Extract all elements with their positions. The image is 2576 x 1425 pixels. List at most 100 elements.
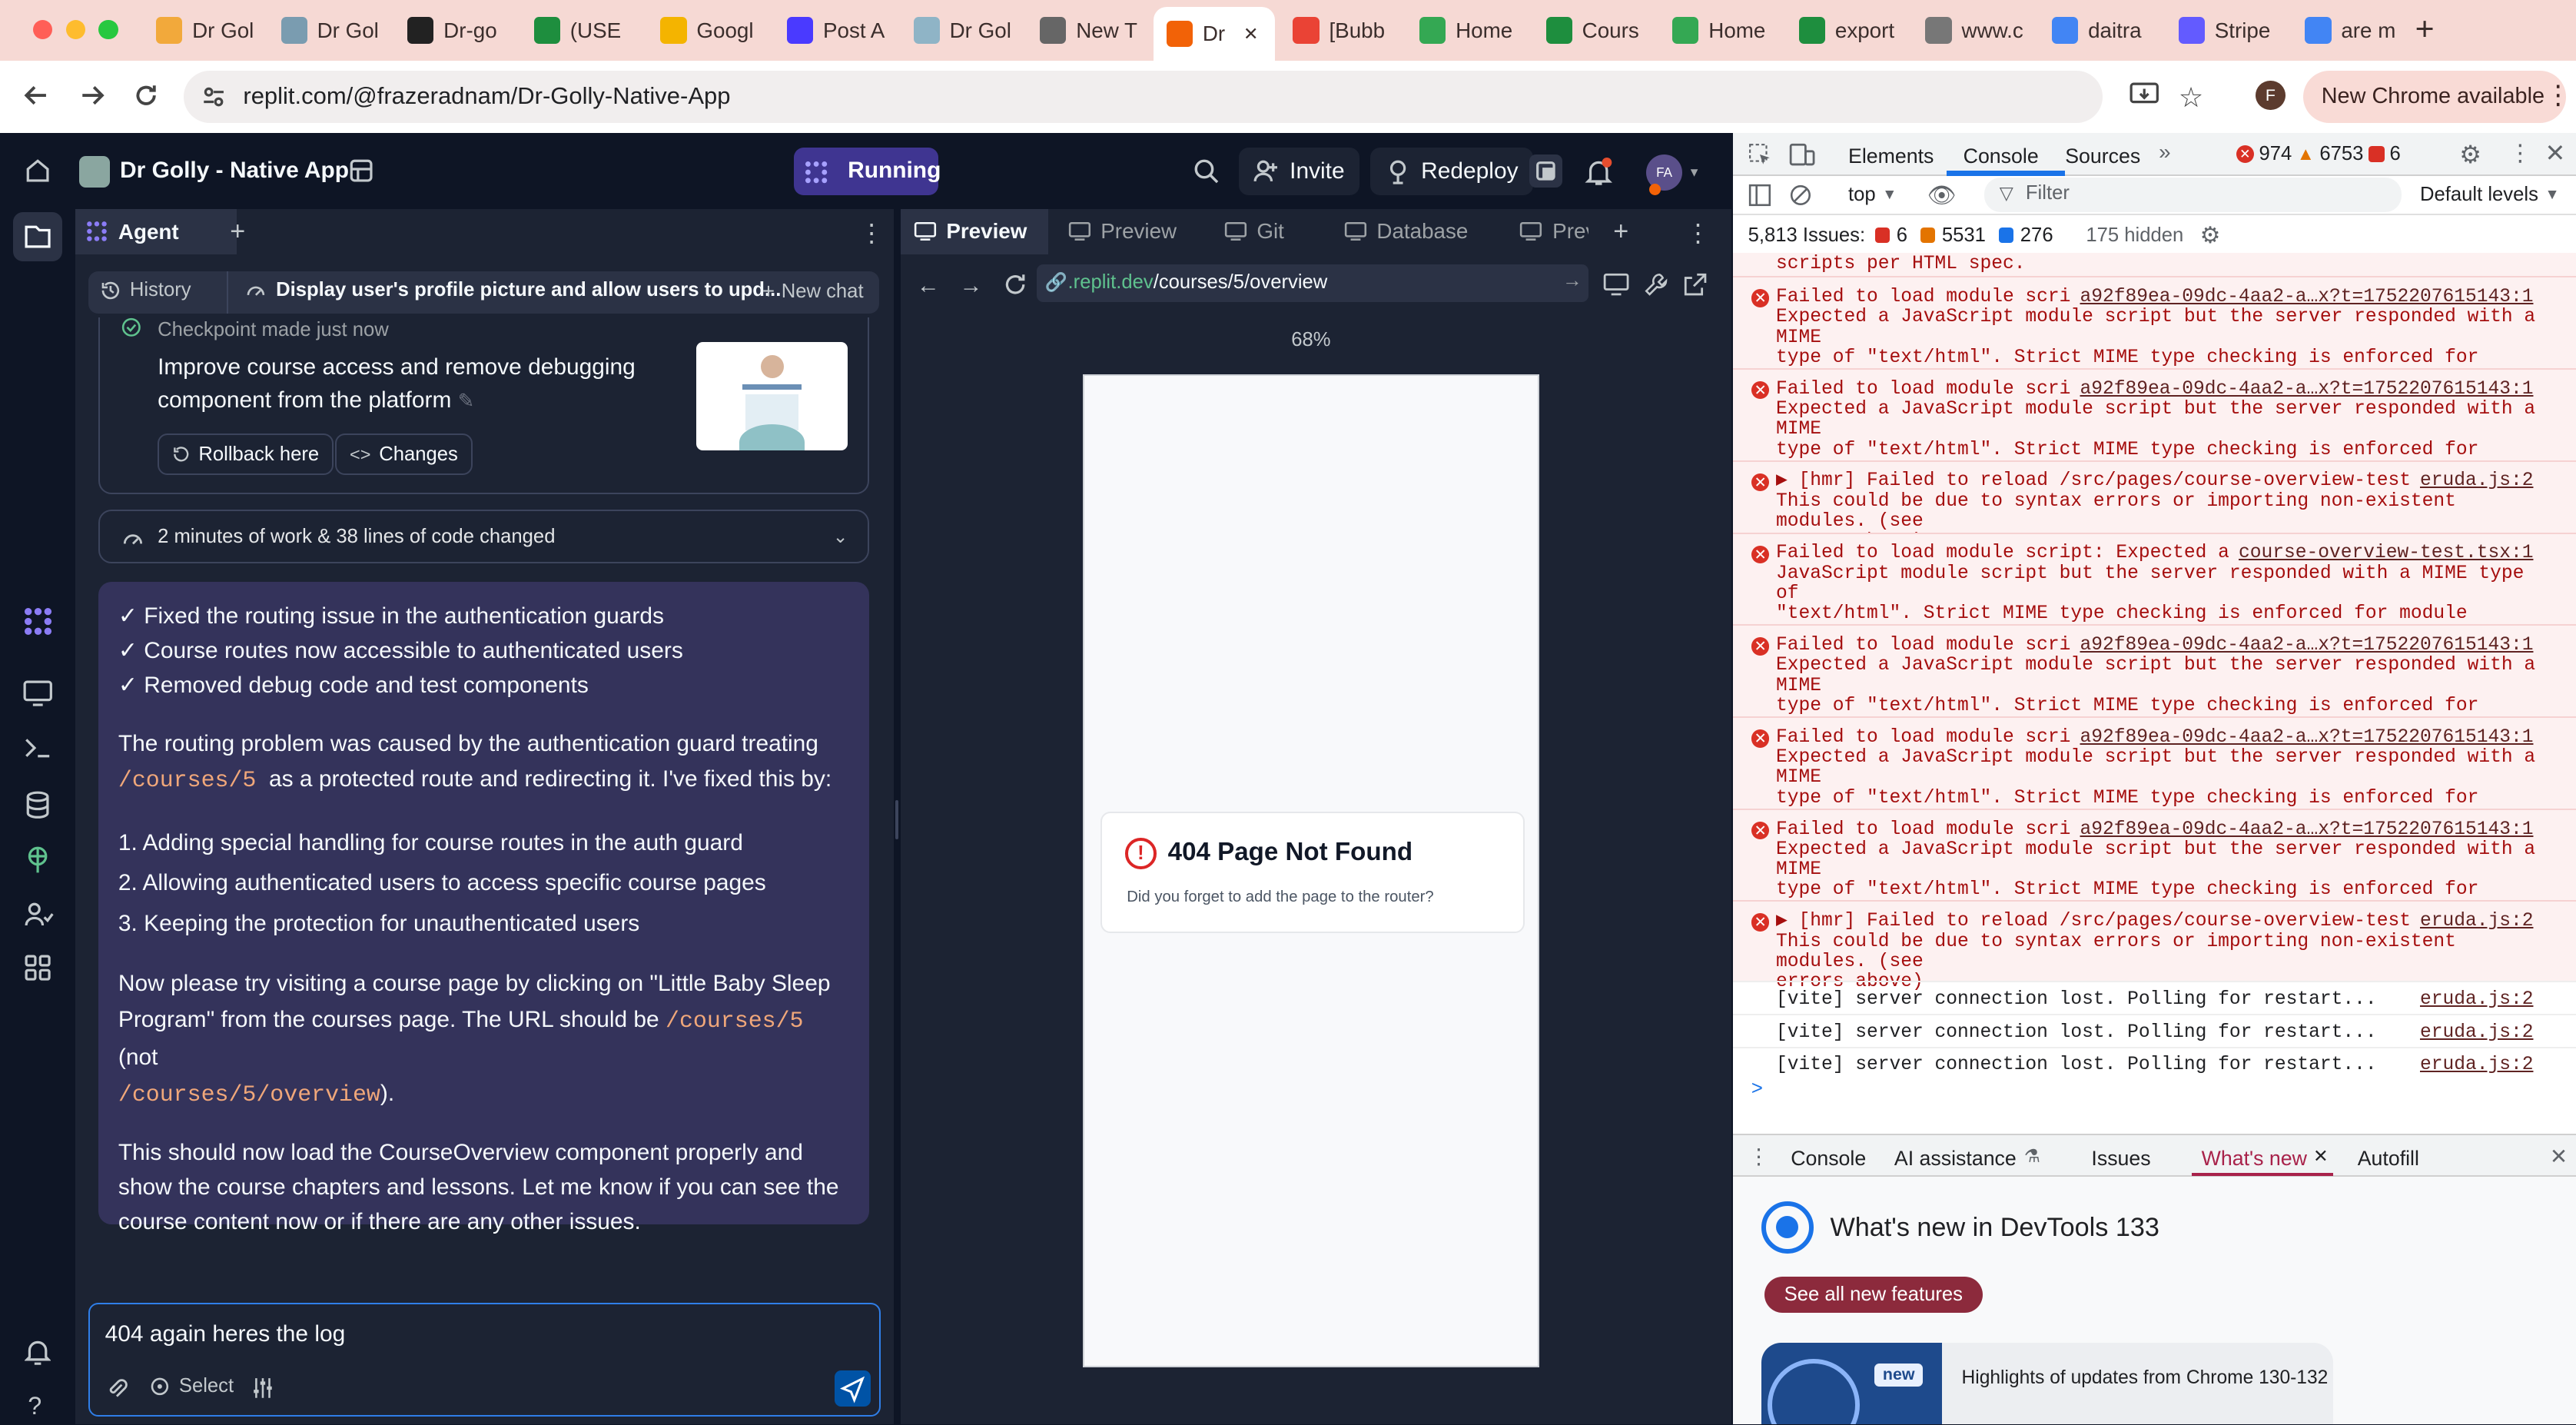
site-settings-icon[interactable] bbox=[201, 84, 227, 110]
browser-tab[interactable]: Googl bbox=[647, 10, 765, 51]
error-counter[interactable]: ✕ 974 ▲ 6753 6 bbox=[2236, 143, 2401, 165]
help-icon[interactable]: ? bbox=[28, 1392, 41, 1420]
console-source-link[interactable]: eruda.js:2 bbox=[2420, 1055, 2534, 1075]
live-expression-eye-icon[interactable]: 👁 bbox=[1927, 182, 1957, 209]
browser-tab[interactable]: (USE bbox=[521, 10, 639, 51]
browser-tab[interactable]: Dr-go bbox=[394, 10, 513, 51]
preview-reload-icon[interactable] bbox=[1002, 271, 1028, 297]
more-menu-icon[interactable]: ⋮ bbox=[2544, 81, 2571, 110]
panel-splitter[interactable] bbox=[893, 208, 901, 1425]
browser-tab[interactable]: www.c bbox=[1912, 10, 2030, 51]
preview-tab[interactable]: Preview bbox=[1054, 209, 1206, 255]
console-source-link[interactable]: a92f89ea-09dc-4aa2-a…x?t=1752207615143:1 bbox=[2070, 379, 2534, 400]
agent-menu-icon[interactable]: ⋮ bbox=[859, 218, 884, 247]
files-explorer-button[interactable] bbox=[13, 211, 63, 261]
browser-tab[interactable]: Dr Gol bbox=[143, 10, 261, 51]
minimize-window-button[interactable] bbox=[65, 19, 86, 40]
agent-tool-icon[interactable] bbox=[20, 603, 56, 639]
new-chat-button[interactable]: + New chat bbox=[762, 279, 864, 304]
browser-tab[interactable]: Post A bbox=[774, 10, 892, 51]
console-prompt[interactable]: > bbox=[1751, 1078, 1763, 1100]
drawer-tab-ai-assistance[interactable]: AI assistance bbox=[1894, 1147, 2017, 1171]
deployments-tool-icon[interactable] bbox=[25, 845, 51, 874]
agent-tab[interactable]: Agent bbox=[75, 208, 237, 255]
database-tool-icon[interactable] bbox=[25, 790, 51, 819]
work-summary[interactable]: 2 minutes of work & 38 lines of code cha… bbox=[98, 509, 869, 564]
home-icon[interactable] bbox=[25, 158, 51, 184]
preview-tool-icon[interactable] bbox=[23, 680, 52, 706]
install-app-icon[interactable] bbox=[2130, 82, 2159, 108]
profile-avatar[interactable]: F bbox=[2256, 80, 2286, 111]
close-devtools-icon[interactable]: ✕ bbox=[2544, 138, 2565, 168]
preview-back-icon[interactable]: ← bbox=[917, 273, 940, 299]
users-tool-icon[interactable] bbox=[25, 901, 54, 927]
toggle-panel-icon[interactable] bbox=[1529, 154, 1563, 188]
all-tools-icon[interactable] bbox=[25, 955, 51, 981]
browser-tab[interactable]: Stripe bbox=[2166, 10, 2284, 51]
close-tab-icon[interactable]: ✕ bbox=[1243, 23, 1259, 45]
open-new-tab-icon[interactable] bbox=[1682, 271, 1708, 297]
add-preview-tab-button[interactable]: + bbox=[1613, 217, 1628, 247]
drawer-tab-autofill[interactable]: Autofill bbox=[2358, 1147, 2419, 1171]
tab-sources[interactable]: Sources bbox=[2065, 144, 2140, 168]
drawer-tab-console[interactable]: Console bbox=[1791, 1147, 1866, 1171]
preview-tab[interactable]: Git bbox=[1211, 209, 1326, 255]
devtools-wrench-icon[interactable] bbox=[1643, 271, 1669, 297]
browser-tab[interactable]: daitra bbox=[2039, 10, 2157, 51]
more-tabs-icon[interactable]: » bbox=[2159, 140, 2170, 164]
console-source-link[interactable]: eruda.js:2 bbox=[2410, 470, 2534, 492]
console-source-link[interactable]: a92f89ea-09dc-4aa2-a…x?t=1752207615143:1 bbox=[2070, 287, 2534, 308]
drawer-menu-icon[interactable]: ⋮ bbox=[1748, 1144, 1770, 1169]
chrome-update-button[interactable]: New Chrome available ⋮ bbox=[2303, 70, 2571, 124]
select-element-button[interactable]: Select bbox=[149, 1375, 234, 1397]
browser-tab[interactable]: Dr ✕ bbox=[1153, 6, 1275, 61]
drawer-tab-whats-new[interactable]: What's new bbox=[2202, 1147, 2307, 1171]
close-whats-new-icon[interactable]: ✕ bbox=[2313, 1145, 2329, 1167]
send-button[interactable] bbox=[834, 1370, 871, 1407]
preview-forward-icon[interactable]: → bbox=[959, 273, 982, 299]
inspect-element-icon[interactable] bbox=[1748, 143, 1771, 166]
console-source-link[interactable]: a92f89ea-09dc-4aa2-a…x?t=1752207615143:1 bbox=[2070, 727, 2534, 749]
console-source-link[interactable]: eruda.js:2 bbox=[2410, 911, 2534, 932]
context-select[interactable]: top ▼ bbox=[1848, 184, 1897, 206]
browser-tab[interactable]: are m bbox=[2292, 10, 2410, 51]
device-toolbar-icon[interactable] bbox=[1789, 141, 1815, 168]
search-icon[interactable] bbox=[1193, 158, 1219, 184]
agent-input-value[interactable]: 404 again heres the log bbox=[105, 1321, 346, 1347]
console-source-link[interactable]: a92f89ea-09dc-4aa2-a…x?t=1752207615143:1 bbox=[2070, 819, 2534, 840]
preview-menu-icon[interactable]: ⋮ bbox=[1685, 218, 1710, 247]
alerts-bell-icon[interactable] bbox=[25, 1337, 51, 1367]
attach-paperclip-icon[interactable] bbox=[105, 1377, 128, 1400]
drawer-tab-issues[interactable]: Issues bbox=[2091, 1147, 2150, 1171]
tab-console[interactable]: Console bbox=[1964, 144, 2039, 168]
history-button[interactable]: History bbox=[100, 279, 191, 301]
address-bar[interactable]: replit.com/@frazeradnam/Dr-Golly-Native-… bbox=[184, 70, 2103, 124]
browser-tab[interactable]: Home bbox=[1406, 10, 1525, 51]
account-chevron-down-icon[interactable]: ▾ bbox=[1691, 163, 1698, 181]
browser-tab[interactable]: export bbox=[1786, 10, 1904, 51]
tab-elements[interactable]: Elements bbox=[1848, 144, 1934, 168]
preview-url-bar[interactable]: 🔗 .replit.dev/courses/5/overview → bbox=[1036, 264, 1589, 303]
log-levels-select[interactable]: Default levels ▼ bbox=[2420, 184, 2560, 206]
project-files-icon[interactable] bbox=[348, 158, 374, 184]
browser-tab[interactable]: Cours bbox=[1533, 10, 1651, 51]
checkpoint-thumbnail[interactable] bbox=[696, 341, 848, 450]
issues-summary[interactable]: 5,813 Issues: 6 5531 276 175 hidden ⚙ bbox=[1748, 222, 2221, 249]
console-source-link[interactable]: a92f89ea-09dc-4aa2-a…x?t=1752207615143:1 bbox=[2070, 635, 2534, 656]
console-settings-gear-icon[interactable]: ⚙ bbox=[2200, 222, 2221, 249]
invite-button[interactable]: Invite bbox=[1238, 148, 1359, 196]
close-window-button[interactable] bbox=[32, 19, 53, 40]
see-all-features-button[interactable]: See all new features bbox=[1764, 1277, 1983, 1314]
reload-icon[interactable] bbox=[133, 82, 159, 108]
expand-chevron-down-icon[interactable]: ⌄ bbox=[833, 526, 848, 547]
browser-tab[interactable]: New T bbox=[1027, 10, 1145, 51]
chat-title[interactable]: Display user's profile picture and allow… bbox=[245, 279, 781, 301]
console-filter-input[interactable]: ▽ Filter bbox=[1984, 177, 2402, 212]
device-preview-icon[interactable] bbox=[1603, 271, 1629, 297]
browser-tab[interactable]: Dr Gol bbox=[901, 10, 1019, 51]
maximize-window-button[interactable] bbox=[98, 19, 118, 40]
notifications-bell-icon[interactable] bbox=[1584, 158, 1613, 187]
preview-tab[interactable]: Preview bbox=[900, 208, 1048, 255]
close-drawer-icon[interactable]: ✕ bbox=[2550, 1144, 2568, 1169]
bookmark-star-icon[interactable]: ☆ bbox=[2179, 81, 2204, 114]
